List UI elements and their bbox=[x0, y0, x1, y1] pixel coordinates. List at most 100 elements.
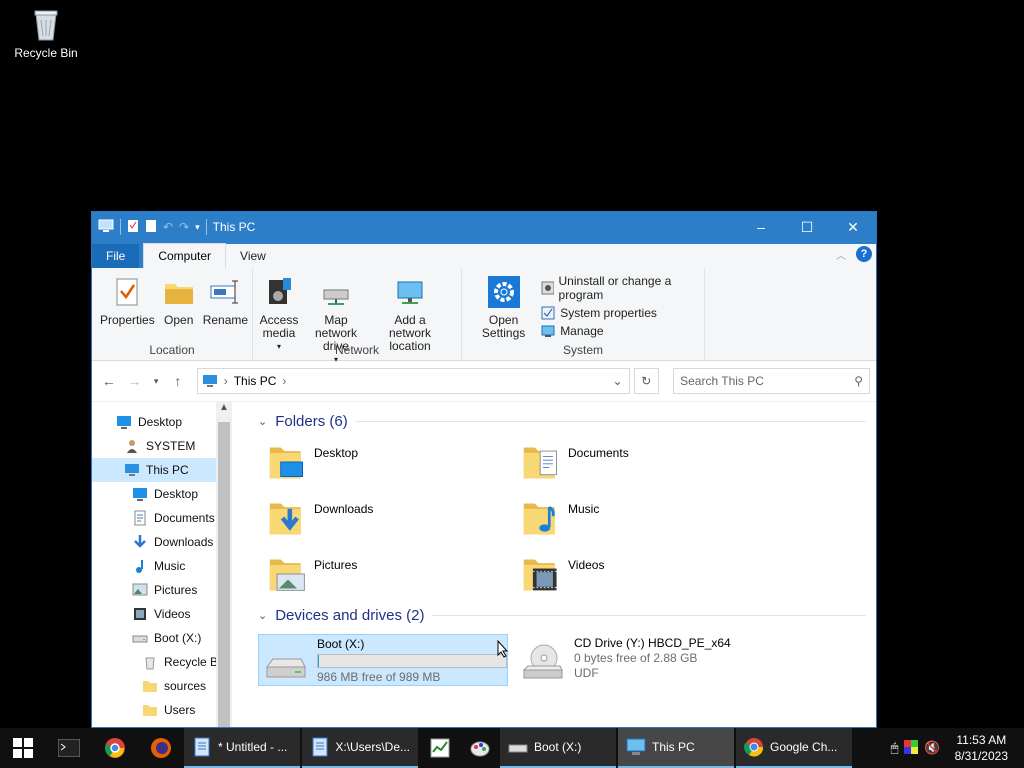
desktop-icon bbox=[133, 488, 147, 501]
nav-item-this-pc[interactable]: This PC bbox=[92, 458, 232, 482]
nav-item-users[interactable]: Users bbox=[92, 698, 232, 722]
system-tray: 🖱 🔇 11:53 AM 8/31/2023 bbox=[891, 732, 1024, 764]
nav-item-desktop[interactable]: Desktop bbox=[92, 410, 232, 434]
minimize-button[interactable]: – bbox=[738, 212, 784, 242]
group-label-location: Location bbox=[149, 343, 195, 357]
network-icon[interactable]: 🖱 bbox=[891, 740, 899, 756]
start-button[interactable] bbox=[0, 728, 46, 768]
chrome-icon[interactable] bbox=[92, 728, 138, 768]
manage-button[interactable]: Manage bbox=[541, 324, 700, 338]
group-system: Open Settings Uninstall or change a prog… bbox=[462, 268, 705, 360]
nav-item-pictures[interactable]: Pictures bbox=[92, 578, 232, 602]
tab-view[interactable]: View bbox=[226, 244, 280, 268]
folder-desktop[interactable]: Desktop bbox=[268, 440, 522, 488]
taskbar-item-label: X:\Users\De... bbox=[335, 740, 410, 754]
folders-section-header[interactable]: ⌄ Folders (6) bbox=[258, 408, 866, 434]
manage-icon bbox=[541, 325, 555, 337]
taskbar-item-google-ch[interactable]: Google Ch... bbox=[736, 728, 852, 768]
system-properties-button[interactable]: System properties bbox=[541, 306, 700, 320]
music-icon bbox=[136, 560, 143, 573]
nav-item-sources[interactable]: sources bbox=[92, 674, 232, 698]
customize-dropdown-icon[interactable]: ▾ bbox=[195, 222, 200, 233]
nav-item-documents[interactable]: Documents bbox=[92, 506, 232, 530]
task-manager-icon[interactable] bbox=[420, 728, 460, 768]
folder-music[interactable]: Music bbox=[522, 496, 776, 544]
taskbar-item-label: Google Ch... bbox=[770, 740, 838, 754]
nav-item-recycle-bin[interactable]: Recycle Bin bbox=[92, 650, 232, 674]
tab-file[interactable]: File bbox=[92, 244, 140, 268]
downloads-folder-icon bbox=[269, 503, 301, 535]
pc-icon bbox=[98, 219, 114, 236]
properties-icon[interactable] bbox=[127, 219, 139, 236]
pc-icon bbox=[125, 464, 139, 476]
nav-item-label: Boot (X:) bbox=[154, 631, 202, 645]
folder-icon bbox=[143, 681, 157, 692]
scroll-up-icon[interactable]: ▲ bbox=[216, 402, 232, 418]
tab-computer[interactable]: Computer bbox=[143, 243, 227, 268]
documents-icon bbox=[134, 510, 146, 526]
downloads-icon bbox=[134, 535, 146, 548]
group-network: Access media ▾ Map network drive ▾ Add a n… bbox=[253, 268, 462, 364]
refresh-button[interactable]: ↻ bbox=[633, 368, 660, 394]
group-location: Properties Open Rename Location bbox=[92, 268, 253, 360]
nav-item-downloads[interactable]: Downloads bbox=[92, 530, 232, 554]
scroll-thumb[interactable] bbox=[218, 422, 230, 727]
nav-item-system[interactable]: SYSTEM bbox=[92, 434, 232, 458]
pictures-folder-icon bbox=[269, 559, 305, 591]
nav-item-desktop[interactable]: Desktop bbox=[92, 482, 232, 506]
folder-videos[interactable]: Videos bbox=[522, 552, 776, 600]
nav-item-label: SYSTEM bbox=[146, 439, 196, 453]
folder-documents[interactable]: Documents bbox=[522, 440, 776, 488]
nav-scrollbar[interactable]: ▲ bbox=[216, 402, 232, 727]
back-button[interactable]: ← bbox=[98, 373, 120, 389]
cmd-icon[interactable] bbox=[46, 728, 92, 768]
folder-pictures[interactable]: Pictures bbox=[268, 552, 522, 600]
drives-section-header[interactable]: ⌄ Devices and drives (2) bbox=[258, 602, 866, 628]
folder-name: Desktop bbox=[314, 446, 359, 460]
breadcrumb-this-pc[interactable]: This PC bbox=[234, 374, 277, 388]
clock[interactable]: 11:53 AM 8/31/2023 bbox=[947, 732, 1016, 764]
up-button[interactable]: ↑ bbox=[167, 373, 189, 389]
drive-boot-x[interactable]: Boot (X:) 986 MB free of 989 MB bbox=[258, 634, 508, 686]
nav-item-label: sources bbox=[164, 679, 207, 693]
taskbar-item-untitled[interactable]: * Untitled - ... bbox=[184, 728, 300, 768]
folder-name: Videos bbox=[568, 558, 605, 572]
nav-item-boot-x[interactable]: Boot (X:) bbox=[92, 626, 232, 650]
firefox-icon[interactable] bbox=[138, 728, 184, 768]
display-color-icon[interactable] bbox=[904, 739, 919, 757]
search-input[interactable]: Search This PC ⚲ bbox=[673, 368, 871, 394]
undo-icon[interactable]: ↶ bbox=[163, 220, 173, 234]
maximize-button[interactable]: ☐ bbox=[784, 212, 830, 242]
address-bar[interactable]: › This PC › ⌄ bbox=[196, 368, 630, 394]
recent-locations-icon[interactable]: ▾ bbox=[149, 376, 163, 387]
nav-item-music[interactable]: Music bbox=[92, 554, 232, 578]
nav-item-videos[interactable]: Videos bbox=[92, 602, 232, 626]
desktop-icon bbox=[117, 416, 131, 429]
drive-name: CD Drive (Y:) HBCD_PE_x64 bbox=[574, 636, 731, 650]
forward-button[interactable]: → bbox=[124, 373, 146, 389]
collapse-ribbon-icon[interactable]: ︿ bbox=[836, 247, 846, 262]
clock-date: 8/31/2023 bbox=[954, 749, 1008, 763]
navigation-pane: Desktop SYSTEM This PC Desktop Documents Down… bbox=[92, 402, 232, 727]
drive-name: Boot (X:) bbox=[317, 637, 365, 651]
new-folder-icon[interactable] bbox=[145, 219, 157, 236]
nav-item-label: Music bbox=[154, 559, 186, 573]
nav-item-label: Pictures bbox=[154, 583, 198, 597]
close-button[interactable]: ✕ bbox=[830, 212, 876, 242]
content-pane: ⌄ Folders (6) Desktop Documents Downloads M… bbox=[232, 402, 876, 727]
folder-downloads[interactable]: Downloads bbox=[268, 496, 522, 544]
recycle-bin-desktop-icon[interactable]: Recycle Bin bbox=[10, 6, 82, 60]
uninstall-program-button[interactable]: Uninstall or change a program bbox=[541, 274, 700, 302]
taskbar-item-this-pc[interactable]: This PC bbox=[618, 728, 734, 768]
paint-icon[interactable] bbox=[460, 728, 500, 768]
help-icon[interactable]: ? bbox=[856, 246, 872, 262]
redo-icon[interactable]: ↷ bbox=[179, 220, 189, 234]
address-dropdown-icon[interactable]: ⌄ bbox=[607, 374, 629, 388]
windows-logo-icon bbox=[13, 738, 33, 758]
drive-cd-y[interactable]: CD Drive (Y:) HBCD_PE_x64 0 bytes free o… bbox=[516, 634, 766, 686]
volume-muted-icon[interactable]: 🔇 bbox=[924, 740, 940, 756]
system-properties-icon bbox=[541, 306, 555, 320]
taskbar-item-x-users-de[interactable]: X:\Users\De... bbox=[302, 728, 418, 768]
drive-usage-bar bbox=[317, 654, 507, 668]
taskbar-item-boot-x[interactable]: Boot (X:) bbox=[500, 728, 616, 768]
